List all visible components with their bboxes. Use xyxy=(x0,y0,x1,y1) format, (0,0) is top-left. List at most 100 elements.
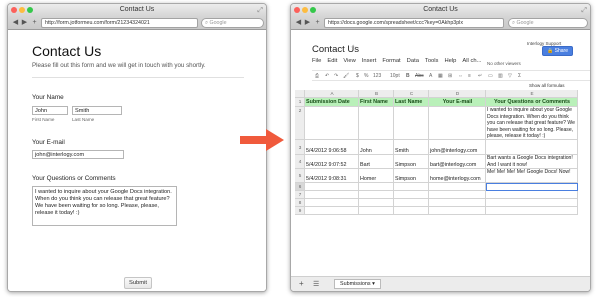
row-header[interactable]: 8 xyxy=(295,199,305,207)
email-input[interactable]: john@interlogy.com xyxy=(32,150,124,159)
table-cell[interactable] xyxy=(486,199,578,207)
column-header[interactable]: A xyxy=(305,90,359,98)
table-cell[interactable] xyxy=(394,199,429,207)
table-cell[interactable] xyxy=(394,207,429,215)
number-format-button[interactable]: 123 xyxy=(373,72,381,80)
submit-button[interactable]: Submit xyxy=(124,277,152,289)
header-cell[interactable]: Last Name xyxy=(394,98,429,107)
table-cell[interactable]: Simpson xyxy=(394,169,429,183)
row-header[interactable]: 2 xyxy=(295,107,305,140)
add-tab-icon[interactable]: + xyxy=(313,18,322,28)
table-cell[interactable] xyxy=(429,191,486,199)
table-cell[interactable] xyxy=(305,191,359,199)
row-header[interactable]: 7 xyxy=(295,191,305,199)
redo-icon[interactable]: ↷ xyxy=(334,72,338,80)
undo-icon[interactable]: ↶ xyxy=(325,72,329,80)
strikethrough-button[interactable]: Abc xyxy=(415,72,424,80)
header-cell[interactable]: First Name xyxy=(359,98,394,107)
menu-format[interactable]: Format xyxy=(382,58,400,64)
search-field[interactable]: ⌕ Google xyxy=(508,18,588,28)
table-cell[interactable]: John xyxy=(359,140,394,155)
text-color-button[interactable]: A xyxy=(429,72,432,80)
close-icon[interactable] xyxy=(294,7,300,13)
table-cell[interactable] xyxy=(486,191,578,199)
forward-icon[interactable]: ▶ xyxy=(20,18,29,28)
table-cell[interactable]: Bart wants a Google Docs integration! An… xyxy=(486,155,578,169)
table-cell[interactable]: john@interlogy.com xyxy=(429,140,486,155)
row-header[interactable]: 4 xyxy=(295,155,305,169)
show-formulas-toggle[interactable]: Show all formulas xyxy=(529,83,565,88)
header-cell[interactable]: Your Questions or Comments xyxy=(486,98,578,107)
wrap-icon[interactable]: ↵ xyxy=(478,72,482,80)
table-cell[interactable] xyxy=(429,207,486,215)
table-cell[interactable] xyxy=(305,183,359,191)
comment-icon[interactable]: ▭ xyxy=(488,72,493,80)
table-cell[interactable] xyxy=(359,183,394,191)
close-icon[interactable] xyxy=(11,7,17,13)
paint-format-icon[interactable]: 🖌 xyxy=(343,72,349,80)
column-header[interactable]: E xyxy=(486,90,578,98)
table-cell[interactable] xyxy=(486,207,578,215)
percent-button[interactable]: % xyxy=(364,72,368,80)
table-cell[interactable]: 5/4/2012 9:08:31 xyxy=(305,169,359,183)
column-header[interactable]: B xyxy=(359,90,394,98)
menu-help[interactable]: Help xyxy=(444,58,456,64)
sheet-list-icon[interactable]: ☰ xyxy=(313,280,319,288)
table-cell[interactable] xyxy=(429,107,486,140)
table-cell[interactable] xyxy=(305,199,359,207)
table-cell[interactable]: Bart xyxy=(359,155,394,169)
column-header[interactable]: C xyxy=(394,90,429,98)
menu-insert[interactable]: Insert xyxy=(362,58,377,64)
back-icon[interactable]: ◀ xyxy=(294,18,303,28)
table-cell[interactable]: I wanted to inquire about your Google Do… xyxy=(486,107,578,140)
table-cell[interactable] xyxy=(305,207,359,215)
row-header[interactable]: 5 xyxy=(295,169,305,183)
add-sheet-button[interactable]: + xyxy=(299,279,304,288)
font-size-select[interactable]: 10pt xyxy=(390,72,400,80)
minimize-icon[interactable] xyxy=(19,7,25,13)
chart-icon[interactable]: ▥ xyxy=(498,72,503,80)
address-bar[interactable]: https://docs.google.com/spreadsheet/ccc?… xyxy=(324,18,504,28)
menu-data[interactable]: Data xyxy=(407,58,419,64)
table-cell[interactable]: Simpson xyxy=(394,155,429,169)
address-bar[interactable]: http://form.jotformeu.com/form/212343240… xyxy=(41,18,198,28)
menu-edit[interactable]: Edit xyxy=(327,58,337,64)
row-header[interactable]: 3 xyxy=(295,140,305,155)
star-icon[interactable]: ☆ xyxy=(350,43,357,52)
row-header[interactable]: 9 xyxy=(295,207,305,215)
function-icon[interactable]: Σ xyxy=(518,72,521,80)
table-cell[interactable]: 5/4/2012 9:06:58 xyxy=(305,140,359,155)
minimize-icon[interactable] xyxy=(302,7,308,13)
table-cell[interactable]: 5/4/2012 9:07:52 xyxy=(305,155,359,169)
zoom-icon[interactable] xyxy=(310,7,316,13)
bold-button[interactable]: B xyxy=(406,72,410,80)
borders-icon[interactable]: ⊞ xyxy=(448,72,452,80)
header-cell[interactable]: Your E-mail xyxy=(429,98,486,107)
table-cell[interactable]: Smith xyxy=(394,140,429,155)
table-cell[interactable] xyxy=(394,107,429,140)
menu-view[interactable]: View xyxy=(343,58,355,64)
zoom-icon[interactable] xyxy=(27,7,33,13)
table-cell[interactable]: Me! Me! Me! Me! Google Docs! Now! xyxy=(486,169,578,183)
row-header[interactable]: 1 xyxy=(295,98,305,107)
forward-icon[interactable]: ▶ xyxy=(303,18,312,28)
table-cell[interactable] xyxy=(359,107,394,140)
table-cell[interactable] xyxy=(359,207,394,215)
table-cell[interactable]: home@interlogy.com xyxy=(429,169,486,183)
comments-textarea[interactable]: I wanted to inquire about your Google Do… xyxy=(32,186,177,226)
table-cell[interactable] xyxy=(359,191,394,199)
search-field[interactable]: ⌕ Google xyxy=(201,18,264,28)
row-header[interactable]: 6 xyxy=(295,183,305,191)
filter-icon[interactable]: ▽ xyxy=(508,72,512,80)
sheet-tab-submissions[interactable]: Submissions ▾ xyxy=(334,279,381,289)
table-cell[interactable] xyxy=(429,183,486,191)
fill-color-icon[interactable]: ▦ xyxy=(438,72,443,80)
table-cell[interactable] xyxy=(305,107,359,140)
align-icon[interactable]: ≡ xyxy=(468,72,471,80)
first-name-input[interactable]: John xyxy=(32,106,68,115)
column-header[interactable]: D xyxy=(429,90,486,98)
menu-all-changes[interactable]: All ch... xyxy=(462,58,481,64)
table-cell[interactable] xyxy=(359,199,394,207)
last-name-input[interactable]: Smith xyxy=(72,106,122,115)
add-tab-icon[interactable]: + xyxy=(30,18,39,28)
